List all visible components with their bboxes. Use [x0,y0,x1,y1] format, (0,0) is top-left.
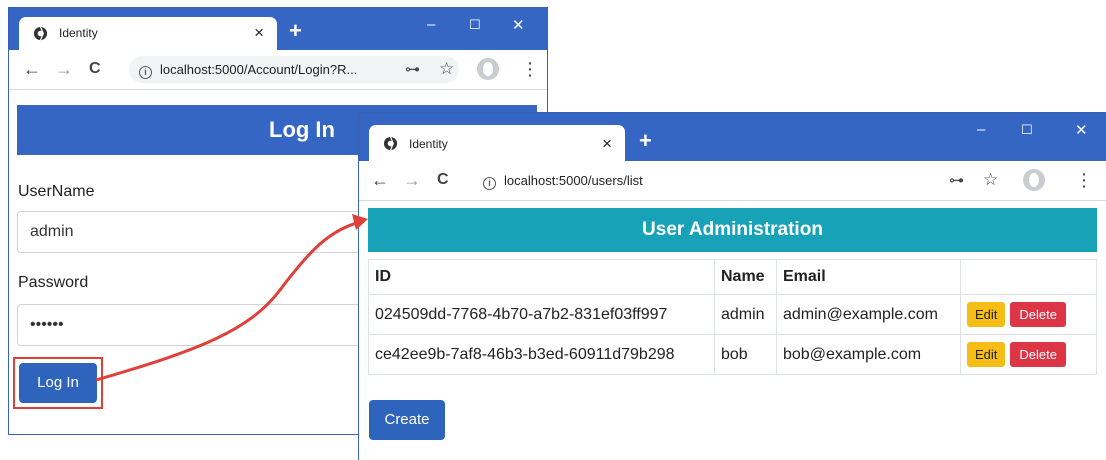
star-icon[interactable]: ☆ [983,170,998,190]
actions-cell: Edit Delete [960,294,1097,335]
address-bar[interactable]: i localhost:5000/users/list [473,167,973,194]
minimize-icon[interactable]: – [977,121,985,138]
new-tab-icon[interactable]: + [289,18,302,44]
key-icon[interactable]: ⊶ [949,171,964,189]
title-bar: Identity × + – ☐ ✕ [359,113,1106,161]
forward-icon[interactable]: → [403,170,421,191]
reload-icon[interactable]: C [437,171,449,189]
profile-avatar[interactable] [1023,169,1045,191]
forward-icon[interactable]: → [55,59,73,80]
column-header-email: Email [776,259,961,295]
maximize-icon[interactable]: ☐ [1021,122,1033,138]
address-text: localhost:5000/users/list [504,173,643,188]
user-id-cell: 024509dd-7768-4b70-a7b2-831ef03ff997 [368,294,715,335]
user-email-cell: admin@example.com [776,294,961,335]
create-button[interactable]: Create [369,400,445,440]
profile-avatar[interactable] [477,58,499,80]
key-icon[interactable]: ⊶ [405,60,420,78]
menu-icon[interactable]: ⋮ [1075,170,1093,191]
tab-title: Identity [59,26,98,40]
user-id-cell: ce42ee9b-7af8-46b3-b3ed-60911d79b298 [368,334,715,375]
tab-close-icon[interactable]: × [254,23,264,43]
table-header-row: ID Name Email [368,259,1097,295]
column-header-name: Name [714,259,777,295]
page-title: User Administration [368,208,1097,252]
address-text: localhost:5000/Account/Login?R... [160,62,358,77]
title-bar: Identity × + – ☐ ✕ [9,8,547,50]
password-label: Password [18,274,89,291]
login-button[interactable]: Log In [19,363,97,403]
edit-button[interactable]: Edit [967,342,1006,367]
reload-icon[interactable]: C [89,60,101,78]
username-label: UserName [18,183,95,200]
user-email-cell: bob@example.com [776,334,961,375]
globe-icon [383,136,398,151]
edit-button[interactable]: Edit [967,302,1006,327]
users-table: ID Name Email 024509dd-7768-4b70-a7b2-83… [368,259,1097,375]
info-icon[interactable]: i [483,177,496,190]
column-header-actions [960,259,1097,295]
tab-close-icon[interactable]: × [602,134,612,154]
table-row: 024509dd-7768-4b70-a7b2-831ef03ff997 adm… [368,294,1097,335]
users-browser-window: Identity × + – ☐ ✕ ← → C i localhost:5000… [358,112,1106,460]
tab-title: Identity [409,137,448,151]
close-icon[interactable]: ✕ [512,16,525,34]
delete-button[interactable]: Delete [1010,302,1066,327]
menu-icon[interactable]: ⋮ [521,59,539,80]
nav-bar: ← → C i localhost:5000/Account/Login?R...… [9,50,547,90]
column-header-id: ID [368,259,715,295]
browser-tab[interactable]: Identity × [19,17,277,50]
nav-bar: ← → C i localhost:5000/users/list ⊶ ☆ ⋮ [359,161,1106,201]
user-name-cell: bob [714,334,777,375]
minimize-icon[interactable]: – [427,16,435,33]
new-tab-icon[interactable]: + [639,128,652,154]
browser-tab[interactable]: Identity × [369,125,625,161]
delete-button[interactable]: Delete [1010,342,1066,367]
actions-cell: Edit Delete [960,334,1097,375]
info-icon[interactable]: i [139,66,152,79]
globe-icon [33,26,48,41]
table-row: ce42ee9b-7af8-46b3-b3ed-60911d79b298 bob… [368,334,1097,375]
maximize-icon[interactable]: ☐ [469,17,481,33]
back-icon[interactable]: ← [371,170,389,191]
star-icon[interactable]: ☆ [439,59,454,79]
close-icon[interactable]: ✕ [1075,121,1088,139]
back-icon[interactable]: ← [23,59,41,80]
user-name-cell: admin [714,294,777,335]
